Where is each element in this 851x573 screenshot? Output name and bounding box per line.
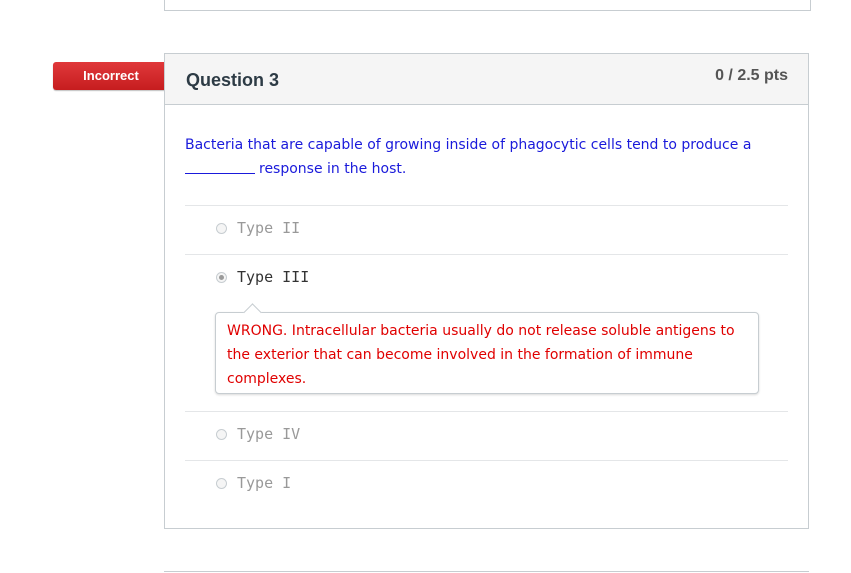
question-title: Question 3 [186,70,280,90]
question-text-part-1: Bacteria that are capable of growing ins… [185,137,752,153]
answer-blank [185,159,255,174]
answer-label: Type IV [237,425,301,443]
answer-label: Type II [237,219,301,237]
answer-option[interactable]: Type II [185,205,788,254]
answer-list: Type II Type III WRONG. Intracellular ba… [185,205,788,509]
radio-button[interactable] [216,223,227,234]
quiz-results-page: Incorrect Question 3 0 / 2.5 pts Bacteri… [0,0,851,573]
answer-label: Type III [237,268,310,286]
radio-button-checked[interactable] [216,272,227,283]
question-header: Question 3 0 / 2.5 pts [165,54,808,105]
answer-feedback: WRONG. Intracellular bacteria usually do… [215,303,759,394]
radio-button[interactable] [216,429,227,440]
incorrect-badge: Incorrect [53,62,175,90]
question-points: 0 / 2.5 pts [715,67,788,84]
previous-question-card [164,0,811,11]
question-text: Bacteria that are capable of growing ins… [185,133,795,181]
radio-button[interactable] [216,478,227,489]
feedback-text: WRONG. Intracellular bacteria usually do… [227,323,735,387]
answer-label: Type I [237,474,292,492]
answer-option[interactable]: Type IV [185,411,788,460]
answer-option[interactable]: Type I [185,460,788,509]
answer-option-selected[interactable]: Type III WRONG. Intracellular bacteria u… [185,254,788,411]
question-text-part-2: response in the host. [259,161,407,177]
